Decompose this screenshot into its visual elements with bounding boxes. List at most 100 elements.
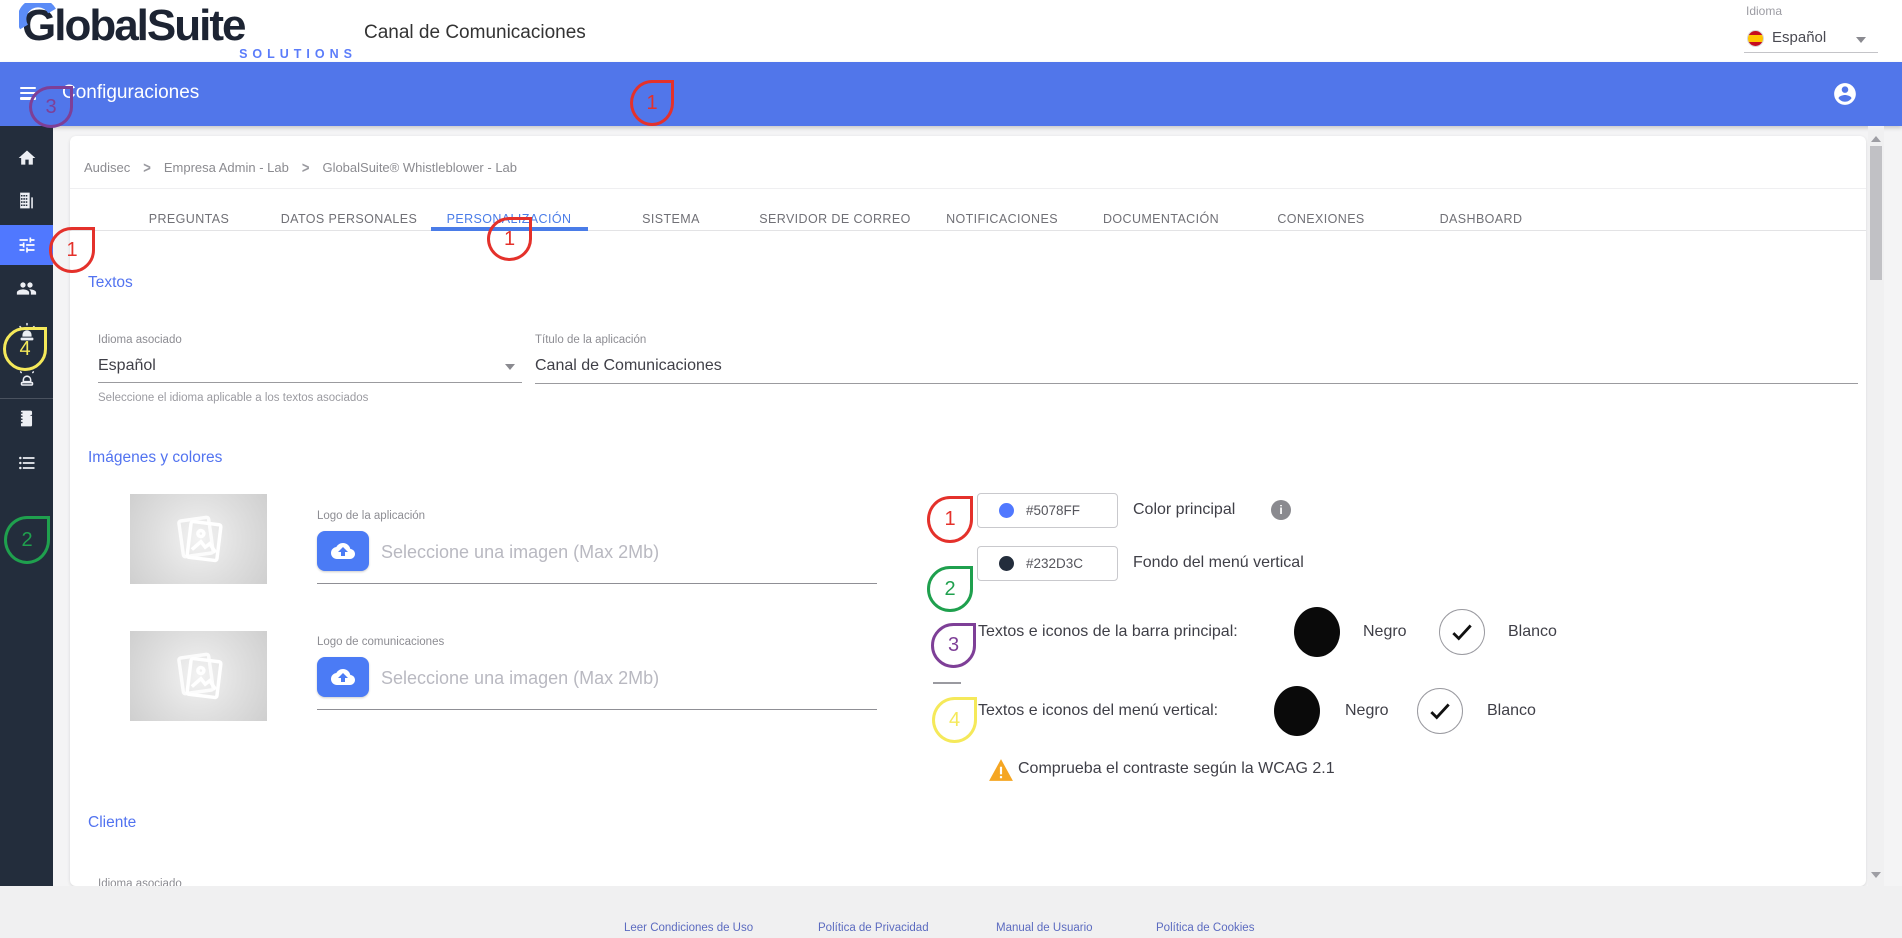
upload-logo-app-button[interactable]	[317, 531, 369, 571]
tab-sistema[interactable]: SISTEMA	[642, 212, 700, 226]
barra-blanco-swatch-selected[interactable]	[1439, 609, 1485, 655]
list-icon	[17, 453, 37, 473]
breadcrumb: Audisec > Empresa Admin - Lab > GlobalSu…	[84, 154, 517, 180]
upload-logo-com-button[interactable]	[317, 657, 369, 697]
appbar-title: Configuraciones	[62, 82, 199, 104]
logo-app-underline	[317, 583, 877, 584]
vertical-scrollbar[interactable]	[1868, 126, 1884, 886]
tab-dashboard[interactable]: DASHBOARD	[1440, 212, 1523, 226]
scroll-down-arrow-icon[interactable]	[1871, 872, 1881, 878]
barra-principal-label: Textos e iconos de la barra principal:	[978, 623, 1238, 641]
footer-link-privacidad[interactable]: Política de Privacidad	[818, 922, 929, 934]
titulo-aplicacion-label: Título de la aplicación	[535, 334, 646, 346]
section-heading-cliente: Cliente	[88, 814, 136, 832]
image-placeholder-icon	[167, 644, 231, 708]
breadcrumb-divider	[70, 188, 1866, 189]
chevron-right-icon: >	[302, 158, 310, 176]
idioma-asociado-label: Idioma asociado	[98, 334, 182, 346]
app-window: GlobalSuite SOLUTIONS Canal de Comunicac…	[0, 0, 1902, 938]
sidebar-item-records[interactable]	[0, 398, 53, 438]
cloud-upload-icon	[331, 539, 355, 563]
breadcrumb-item[interactable]: Audisec	[84, 160, 130, 175]
tab-preguntas[interactable]: PREGUNTAS	[149, 212, 229, 226]
footer: Leer Condiciones de Uso Política de Priv…	[0, 886, 1902, 938]
notebook-icon	[17, 409, 36, 428]
logo-com-preview	[130, 631, 267, 721]
logo-arc-icon	[19, 3, 61, 45]
building-icon	[17, 191, 36, 210]
cliente-idioma-label-partial: Idioma asociado	[98, 878, 182, 886]
tab-documentacion[interactable]: DOCUMENTACIÓN	[1103, 212, 1219, 226]
section-heading-imagenes: Imágenes y colores	[88, 449, 222, 467]
logo-app-label: Logo de la aplicación	[317, 510, 425, 522]
scrollbar-thumb[interactable]	[1870, 146, 1882, 280]
color-swatch-dot	[999, 503, 1014, 518]
globalsuite-logo: GlobalSuite SOLUTIONS	[22, 2, 352, 62]
content-card: Audisec > Empresa Admin - Lab > GlobalSu…	[70, 136, 1866, 886]
barra-blanco-label: Blanco	[1508, 623, 1557, 641]
siren-outline-icon	[16, 367, 38, 389]
check-icon	[1427, 698, 1453, 724]
chevron-down-icon[interactable]	[1856, 37, 1866, 43]
breadcrumb-item[interactable]: Empresa Admin - Lab	[164, 160, 289, 175]
sidebar-item-settings-active[interactable]	[0, 225, 53, 265]
tab-personalizacion[interactable]: PERSONALIZACIÓN	[447, 212, 572, 226]
chevron-right-icon: >	[143, 158, 151, 176]
language-label: Idioma	[1746, 4, 1782, 18]
home-icon	[17, 148, 37, 168]
footer-link-cookies[interactable]: Política de Cookies	[1156, 922, 1254, 934]
divider-dash	[933, 682, 961, 684]
color-swatch-dot	[999, 556, 1014, 571]
sidebar-item-list[interactable]	[0, 443, 53, 483]
chevron-down-icon[interactable]	[505, 364, 515, 370]
menu-blanco-label: Blanco	[1487, 702, 1536, 720]
idioma-asociado-select[interactable]: Español	[98, 357, 156, 375]
page-title: Canal de Comunicaciones	[364, 22, 586, 44]
menu-blanco-swatch-selected[interactable]	[1417, 688, 1463, 734]
spain-flag-icon	[1747, 30, 1764, 47]
sidebar-item-incidents[interactable]	[0, 358, 53, 398]
logo-com-file-input[interactable]: Seleccione una imagen (Max 2Mb)	[381, 668, 659, 689]
info-icon[interactable]: i	[1271, 500, 1291, 520]
fondo-menu-chip[interactable]: #232D3C	[977, 546, 1118, 581]
check-icon	[1449, 619, 1475, 645]
logo-app-file-input[interactable]: Seleccione una imagen (Max 2Mb)	[381, 542, 659, 563]
idioma-underline	[98, 382, 522, 383]
tab-conexiones[interactable]: CONEXIONES	[1277, 212, 1364, 226]
language-selector[interactable]: Idioma Español	[1744, 4, 1880, 56]
top-header: GlobalSuite SOLUTIONS Canal de Comunicac…	[0, 0, 1902, 62]
cloud-upload-icon	[331, 665, 355, 689]
titulo-underline	[535, 383, 1858, 384]
image-placeholder-icon	[167, 507, 231, 571]
wcag-warning-text: Comprueba el contraste según la WCAG 2.1	[1018, 760, 1335, 778]
color-hex-value: #232D3C	[1026, 556, 1083, 571]
warning-icon	[988, 758, 1014, 782]
titulo-aplicacion-input[interactable]: Canal de Comunicaciones	[535, 357, 722, 375]
hamburger-menu-icon[interactable]	[20, 87, 36, 100]
sidebar-item-company[interactable]	[0, 180, 53, 220]
sidebar-item-alerts[interactable]	[0, 313, 53, 353]
logo-com-underline	[317, 709, 877, 710]
menu-negro-swatch[interactable]	[1274, 686, 1320, 736]
account-circle-icon[interactable]	[1832, 81, 1858, 107]
breadcrumb-item[interactable]: GlobalSuite® Whistleblower - Lab	[322, 160, 517, 175]
color-hex-value: #5078FF	[1026, 503, 1080, 518]
scroll-up-arrow-icon[interactable]	[1871, 136, 1881, 142]
sidebar-item-home[interactable]	[0, 138, 53, 178]
fondo-menu-label: Fondo del menú vertical	[1133, 554, 1304, 572]
barra-negro-swatch[interactable]	[1294, 607, 1340, 657]
active-tab-underline	[431, 227, 588, 231]
idioma-help-text: Seleccione el idioma aplicable a los tex…	[98, 392, 368, 404]
menu-vertical-label: Textos e iconos del menú vertical:	[978, 702, 1218, 720]
footer-link-manual[interactable]: Manual de Usuario	[996, 922, 1093, 934]
sidebar-item-users[interactable]	[0, 268, 53, 308]
color-principal-chip[interactable]: #5078FF	[977, 493, 1118, 528]
barra-negro-label: Negro	[1363, 623, 1407, 641]
tab-datos-personales[interactable]: DATOS PERSONALES	[281, 212, 418, 226]
tab-servidor-de-correo[interactable]: SERVIDOR DE CORREO	[759, 212, 910, 226]
people-icon	[16, 278, 37, 299]
logo-subtitle: SOLUTIONS	[172, 47, 357, 61]
footer-link-condiciones[interactable]: Leer Condiciones de Uso	[624, 922, 753, 934]
tab-notificaciones[interactable]: NOTIFICACIONES	[946, 212, 1058, 226]
section-heading-textos: Textos	[88, 274, 133, 292]
